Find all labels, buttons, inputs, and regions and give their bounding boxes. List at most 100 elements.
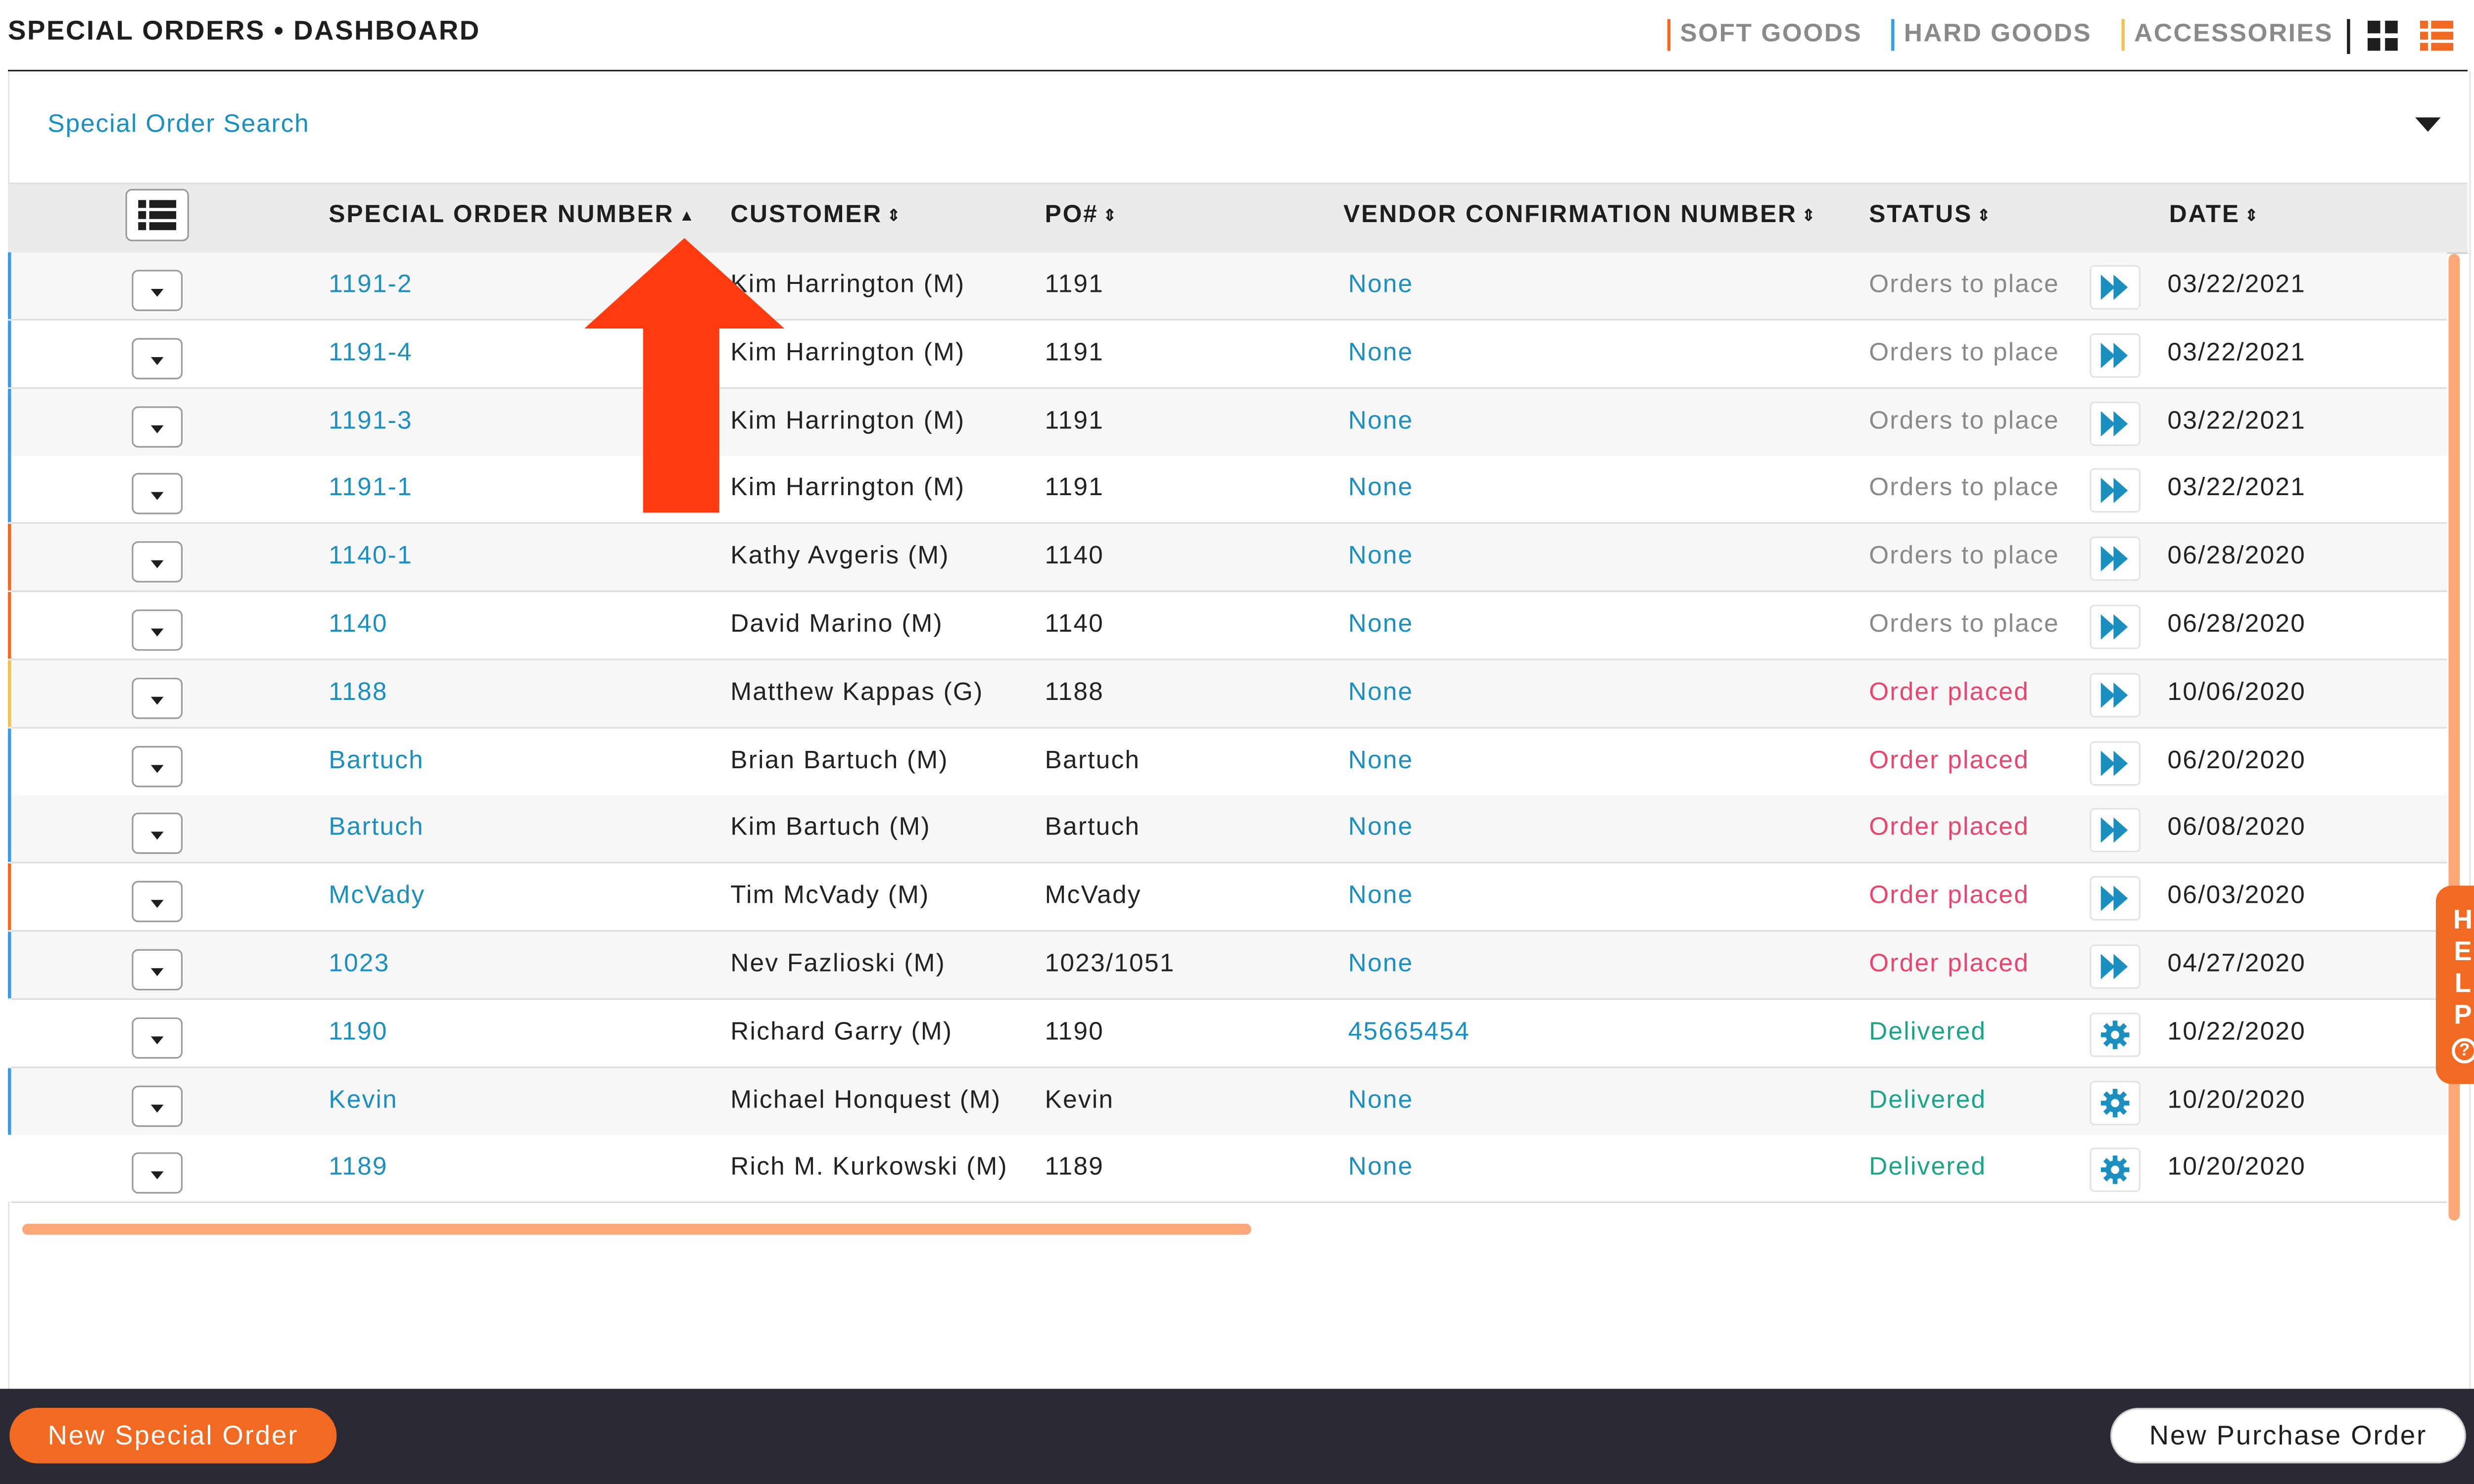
table-row[interactable]: Bartuch Brian Bartuch (M) Bartuch None Order…	[8, 728, 2447, 796]
status-action-button[interactable]	[2090, 944, 2141, 989]
vendor-confirmation-link[interactable]: None	[1348, 951, 1414, 979]
help-tab[interactable]: HELP ?	[2435, 885, 2474, 1084]
status-action-button[interactable]	[2090, 876, 2141, 921]
status-action-button[interactable]	[2090, 333, 2141, 377]
status-cell: Delivered	[1869, 1019, 1987, 1046]
vendor-confirmation-link[interactable]: None	[1348, 611, 1414, 640]
category-indicator	[8, 1135, 11, 1203]
row-expand-button[interactable]	[132, 1017, 183, 1059]
status-action-button[interactable]	[2090, 401, 2141, 446]
row-expand-button[interactable]	[132, 541, 183, 583]
vendor-confirmation-link[interactable]: None	[1348, 407, 1414, 436]
row-expand-button[interactable]	[132, 406, 183, 447]
category-indicator	[8, 320, 11, 387]
po-cell: McVady	[1045, 882, 1142, 910]
table-row[interactable]: 1189 Rich M. Kurkowski (M) 1189 None Deliver…	[8, 1135, 2447, 1204]
table-row[interactable]: 1188 Matthew Kappas (G) 1188 None Order plac…	[8, 660, 2447, 729]
table-row[interactable]: 1140-1 Kathy Avgeris (M) 1140 None Orders to…	[8, 524, 2447, 593]
row-expand-button[interactable]	[132, 1085, 183, 1126]
status-action-button[interactable]	[2090, 537, 2141, 581]
order-number-link[interactable]: 1023	[329, 951, 389, 979]
order-number-link[interactable]: 1191-1	[329, 475, 413, 504]
vendor-confirmation-link[interactable]: None	[1348, 679, 1414, 708]
fast-forward-icon	[2100, 275, 2128, 300]
table-row[interactable]: Kevin Michael Honquest (M) Kevin None Delive…	[8, 1067, 2447, 1136]
vendor-confirmation-link[interactable]: 45665454	[1348, 1019, 1470, 1047]
table-row[interactable]: 1191-1 Kim Harrington (M) 1191 None Orders t…	[8, 456, 2447, 525]
order-number-link[interactable]: Kevin	[329, 1087, 398, 1115]
order-number-link[interactable]: 1191-4	[329, 339, 413, 368]
table-row[interactable]: 1190 Richard Garry (M) 1190 45665454 Deliver…	[8, 999, 2447, 1068]
row-expand-button[interactable]	[132, 949, 183, 991]
column-header-special-order-number[interactable]: SPECIAL ORDER NUMBER ▲	[329, 201, 696, 230]
table-row[interactable]: 1191-3 Kim Harrington (M) 1191 None Orders t…	[8, 388, 2447, 457]
vendor-confirmation-link[interactable]: None	[1348, 475, 1414, 504]
column-header-date[interactable]: DATE ⇕	[2169, 201, 2260, 230]
order-number-link[interactable]: 1140-1	[329, 543, 413, 572]
category-indicator	[8, 864, 11, 930]
row-expand-button[interactable]	[132, 473, 183, 515]
list-view-icon[interactable]	[2420, 20, 2454, 51]
table-row[interactable]: Bartuch Kim Bartuch (M) Bartuch None Order p…	[8, 795, 2447, 864]
row-expand-button[interactable]	[132, 745, 183, 787]
status-action-button[interactable]	[2090, 672, 2141, 717]
order-number-link[interactable]: 1188	[329, 679, 387, 708]
vendor-confirmation-link[interactable]: None	[1348, 339, 1414, 368]
order-number-link[interactable]: McVady	[329, 883, 425, 912]
order-number-link[interactable]: Bartuch	[329, 747, 424, 776]
order-number-link[interactable]: Bartuch	[329, 815, 424, 843]
row-expand-button[interactable]	[132, 337, 183, 379]
column-header-vendor-confirmation[interactable]: VENDOR CONFIRMATION NUMBER ⇕	[1343, 201, 1816, 230]
fast-forward-icon	[2100, 954, 2128, 979]
status-action-button[interactable]	[2090, 741, 2141, 785]
order-number-link[interactable]: 1140	[329, 611, 387, 640]
order-number-link[interactable]: 1191-2	[329, 272, 413, 300]
special-order-search-toggle[interactable]: Special Order Search	[48, 111, 309, 140]
vendor-confirmation-link[interactable]: None	[1348, 883, 1414, 912]
horizontal-scrollbar[interactable]	[22, 1223, 1251, 1235]
order-number-link[interactable]: 1189	[329, 1155, 387, 1183]
vendor-confirmation-link[interactable]: None	[1348, 272, 1414, 300]
order-number-link[interactable]: 1190	[329, 1019, 387, 1047]
new-purchase-order-button[interactable]: New Purchase Order	[2110, 1408, 2466, 1464]
status-action-button[interactable]	[2090, 1148, 2141, 1193]
row-expand-button[interactable]	[132, 1153, 183, 1195]
vendor-confirmation-link[interactable]: None	[1348, 815, 1414, 843]
status-cell: Orders to place	[1869, 611, 2059, 638]
category-soft-goods[interactable]: SOFT GOODS	[1667, 19, 1862, 51]
customer-cell: Tim McVady (M)	[730, 882, 930, 910]
table-row[interactable]: McVady Tim McVady (M) McVady None Order plac…	[8, 864, 2447, 932]
status-action-button[interactable]	[2090, 1080, 2141, 1125]
column-header-po[interactable]: PO# ⇕	[1045, 201, 1118, 230]
status-action-button[interactable]	[2090, 468, 2141, 513]
help-label: HELP	[2436, 905, 2474, 1032]
table-row[interactable]: 1140 David Marino (M) 1140 None Orders to pl…	[8, 592, 2447, 660]
status-action-button[interactable]	[2090, 808, 2141, 853]
new-special-order-button[interactable]: New Special Order	[9, 1408, 337, 1464]
table-row[interactable]: 1023 Nev Fazlioski (M) 1023/1051 None Order …	[8, 931, 2447, 1000]
vendor-confirmation-link[interactable]: None	[1348, 1087, 1414, 1115]
order-number-link[interactable]: 1191-3	[329, 407, 413, 436]
vendor-confirmation-link[interactable]: None	[1348, 1155, 1414, 1183]
category-hard-goods[interactable]: HARD GOODS	[1891, 19, 2092, 51]
column-header-customer[interactable]: CUSTOMER ⇕	[730, 201, 902, 230]
fast-forward-icon	[2100, 818, 2128, 844]
vendor-confirmation-link[interactable]: None	[1348, 747, 1414, 776]
row-expand-button[interactable]	[132, 813, 183, 855]
row-expand-button[interactable]	[132, 609, 183, 651]
table-row[interactable]: 1191-4 Kim Harrington (M) 1191 None Orders t…	[8, 320, 2447, 389]
row-expand-button[interactable]	[132, 881, 183, 923]
vendor-confirmation-link[interactable]: None	[1348, 543, 1414, 572]
grid-view-icon[interactable]	[2367, 20, 2398, 51]
row-expand-button[interactable]	[132, 270, 183, 311]
row-expand-button[interactable]	[132, 677, 183, 719]
status-action-button[interactable]	[2090, 265, 2141, 310]
column-menu-button[interactable]	[125, 188, 189, 241]
table-row[interactable]: 1191-2 Kim Harrington (M) 1191 None Orders t…	[8, 252, 2447, 321]
chevron-down-icon[interactable]	[2415, 117, 2441, 132]
category-accessories[interactable]: ACCESSORIES	[2121, 19, 2333, 51]
status-action-button[interactable]	[2090, 1012, 2141, 1057]
column-header-status[interactable]: STATUS ⇕	[1869, 201, 1992, 230]
status-cell: Orders to place	[1869, 475, 2059, 503]
status-action-button[interactable]	[2090, 604, 2141, 649]
